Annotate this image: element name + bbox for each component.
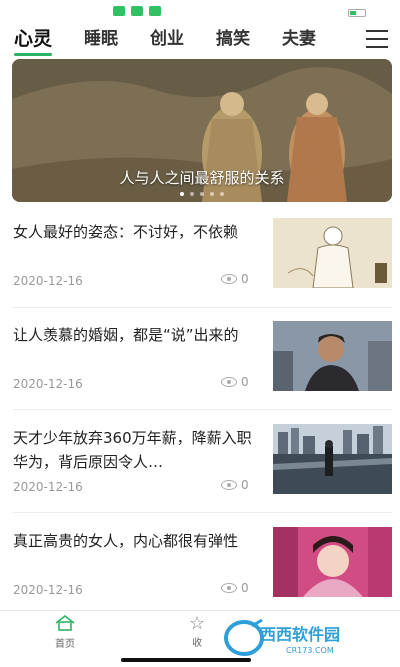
article-thumbnail[interactable]	[273, 218, 392, 288]
tab-shuimian[interactable]: 睡眠	[84, 26, 118, 52]
app-notification-icon	[113, 6, 125, 16]
watermark-subtext: CR173.COM	[286, 646, 334, 655]
carousel-dot[interactable]	[190, 192, 194, 196]
divider	[13, 409, 392, 410]
watermark-text: 西西软件园	[260, 625, 340, 644]
tab-chuangye[interactable]: 创业	[150, 26, 184, 52]
nav-home-label: 首页	[55, 639, 75, 650]
article-views: 0	[221, 478, 249, 492]
article-title[interactable]: 真正高贵的女人，内心都很有弹性	[13, 529, 253, 553]
home-indicator	[121, 658, 251, 662]
eye-icon	[221, 583, 237, 593]
carousel-dot[interactable]	[200, 192, 204, 196]
nav-item-favorites[interactable]: ☆ 收	[189, 613, 206, 650]
watermark-logo: 西西软件园 CR173.COM	[224, 618, 340, 656]
divider	[13, 512, 392, 513]
article-date: 2020-12-16	[13, 480, 83, 494]
app-notification-icon	[149, 6, 161, 16]
carousel-dot[interactable]	[220, 192, 224, 196]
eye-icon	[221, 480, 237, 490]
eye-icon	[221, 377, 237, 387]
article-date: 2020-12-16	[13, 583, 83, 597]
article-thumbnail[interactable]	[273, 527, 392, 597]
article-views: 0	[221, 272, 249, 286]
article-thumbnail[interactable]	[273, 321, 392, 391]
menu-icon[interactable]	[366, 30, 388, 48]
article-thumbnail[interactable]	[273, 424, 392, 494]
status-bar	[0, 0, 400, 26]
nav-item-home[interactable]: 首页	[54, 614, 76, 650]
tab-gaoxiao[interactable]: 搞笑	[216, 26, 250, 52]
view-count: 0	[241, 375, 249, 389]
article-views: 0	[221, 375, 249, 389]
battery-icon	[348, 9, 366, 17]
nav-favorites-label: 收	[192, 638, 203, 649]
category-tabbar: 心灵 睡眠 创业 搞笑 夫妻	[0, 26, 400, 56]
banner-carousel[interactable]: 人与人之间最舒服的关系	[12, 59, 392, 202]
article-date: 2020-12-16	[13, 377, 83, 391]
article-date: 2020-12-16	[13, 274, 83, 288]
banner-caption: 人与人之间最舒服的关系	[119, 169, 285, 187]
view-count: 0	[241, 272, 249, 286]
tab-fuqi[interactable]: 夫妻	[282, 26, 316, 52]
carousel-dot[interactable]	[210, 192, 214, 196]
article-title[interactable]: 天才少年放弃360万年薪，降薪入职华为，背后原因令人…	[13, 426, 253, 474]
eye-icon	[221, 274, 237, 284]
star-icon: ☆	[189, 613, 206, 634]
article-item[interactable]: 女人最好的姿态：不讨好，不依赖 2020-12-16 0	[0, 218, 400, 321]
view-count: 0	[241, 581, 249, 595]
article-title[interactable]: 让人羡慕的婚姻，都是“说”出来的	[13, 323, 253, 347]
divider	[13, 307, 392, 308]
carousel-dot[interactable]	[180, 192, 184, 196]
article-views: 0	[221, 581, 249, 595]
view-count: 0	[241, 478, 249, 492]
tab-xinling[interactable]: 心灵	[14, 26, 53, 56]
home-icon	[55, 614, 75, 631]
app-notification-icon	[131, 6, 143, 16]
notification-icons	[113, 6, 161, 16]
carousel-dots	[12, 192, 392, 196]
article-title[interactable]: 女人最好的姿态：不讨好，不依赖	[13, 220, 253, 244]
